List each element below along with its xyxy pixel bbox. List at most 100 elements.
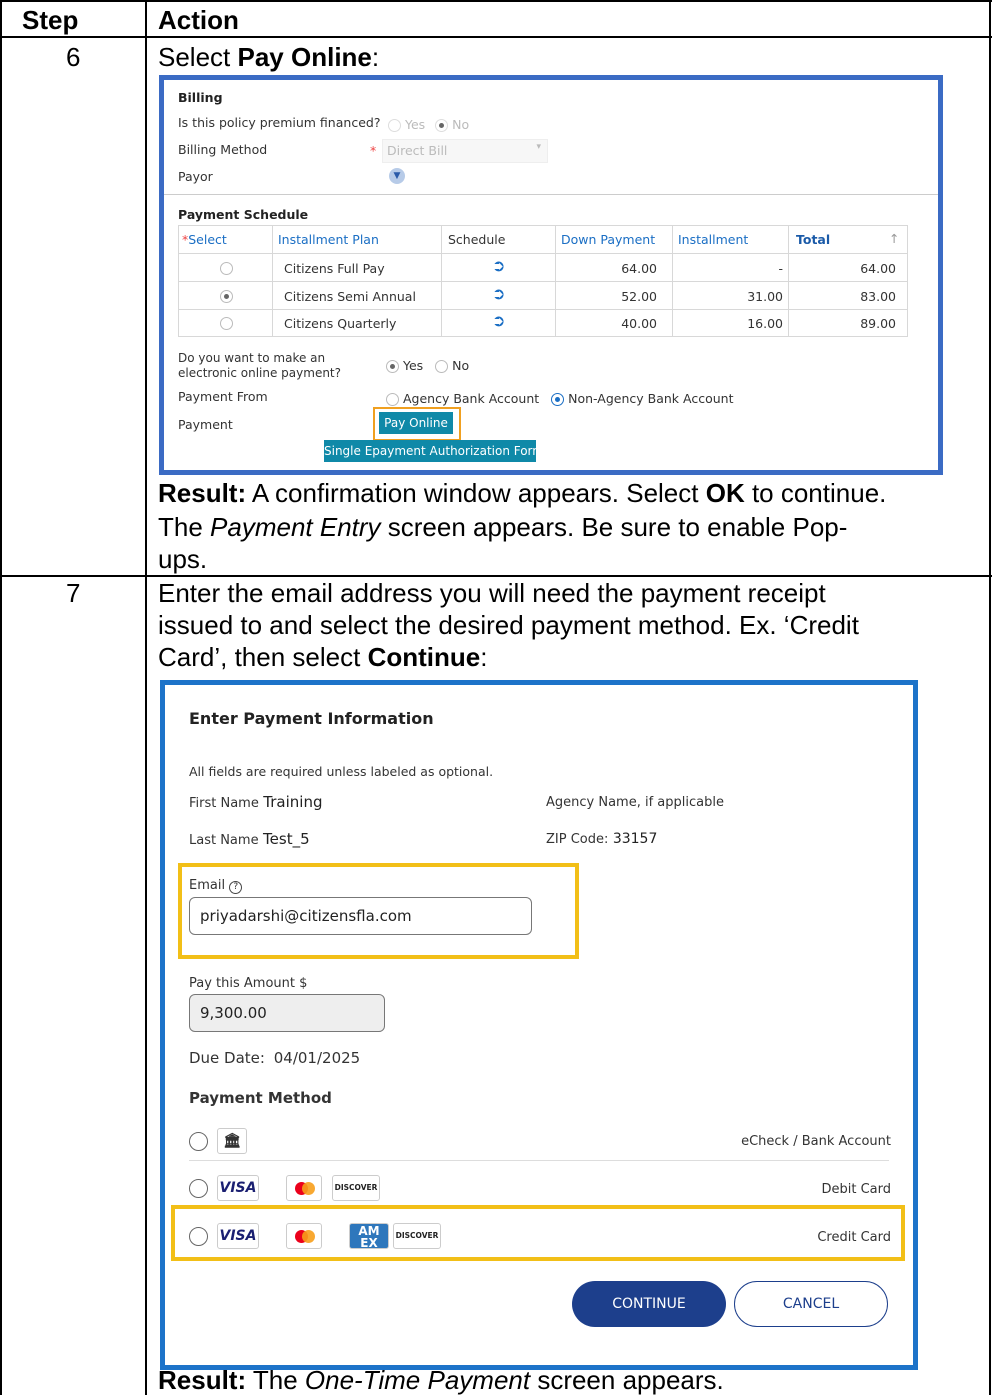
table-row-installment: - [778,261,783,276]
table-border-left [0,0,2,1395]
step-6-result-text1: A confirmation window appears. Select [246,478,706,508]
table-row-total: 83.00 [860,289,896,304]
table-header-divider [0,36,992,38]
last-name-value: Test_5 [263,830,310,848]
first-name-label: First Name [189,796,259,811]
pay-online-button[interactable]: Pay Online [379,412,453,434]
step-6-result-line1: Result: A confirmation window appears. S… [158,477,988,509]
premium-financed-yes-radio[interactable] [388,119,401,132]
table-row-down: 64.00 [621,261,657,276]
section-divider [164,194,938,195]
email-input[interactable]: priyadarshi@citizensfla.com [189,897,532,935]
electronic-payment-options: Yes No [386,358,469,373]
step-7-line3-pre: Card’, then select [158,642,368,672]
due-date-label: Due Date: [189,1049,265,1067]
step-6-number: 6 [66,42,81,72]
step-6-result-line2-post: screen appears. Be sure to enable Pop- [380,512,848,542]
column-down-payment[interactable]: Down Payment [561,232,655,247]
premium-financed-yes-label: Yes [404,117,426,132]
required-fields-note: All fields are required unless labeled a… [189,764,494,779]
help-icon[interactable]: ? [229,881,243,894]
electronic-payment-no-radio[interactable] [435,360,449,373]
step-7-line1: Enter the email address you will need th… [158,578,826,608]
email-label: Email [189,878,226,893]
bank-icon: 🏛 [217,1128,247,1154]
schedule-open-icon[interactable]: ➲ [492,311,505,330]
due-date-value: 04/01/2025 [273,1049,361,1067]
table-row-plan: Citizens Full Pay [284,261,385,276]
last-name-label: Last Name [189,833,259,848]
zip-code-label: ZIP Code: [546,832,609,847]
premium-financed-label: Is this policy premium financed? [178,115,381,130]
table-border-top [0,0,992,2]
mastercard-icon [286,1175,322,1201]
agency-name-label: Agency Name, if applicable [546,795,724,810]
agency-bank-radio[interactable] [386,393,399,406]
non-agency-bank-radio[interactable] [551,393,565,406]
billing-method-label: Billing Method [178,142,268,157]
last-name-field: Last Name Test_5 [189,830,310,848]
table-row-total: 89.00 [860,316,896,331]
non-agency-bank-label: Non-Agency Bank Account [568,391,734,406]
discover-icon: DISCOVER [393,1223,441,1249]
credit-card-radio[interactable] [189,1227,208,1246]
visa-icon: VISA [217,1175,259,1201]
step-6-instruction: Select Pay Online: [158,41,988,73]
step-7-result-pre: The [246,1365,305,1395]
plan-quarterly-radio[interactable] [220,317,233,330]
single-epayment-form-button[interactable]: Single Epayment Authorization Form [324,440,544,462]
echeck-radio[interactable] [189,1132,208,1151]
table-row-down: 40.00 [621,316,657,331]
mastercard-icon [286,1223,322,1249]
email-label-group: Email ? [189,878,243,894]
table-row-total: 64.00 [860,261,896,276]
premium-financed-options: Yes No [388,117,469,132]
plan-semi-annual-radio[interactable] [220,290,233,303]
table-row-installment: 31.00 [747,289,783,304]
payor-expand-icon[interactable]: ▼ [389,168,405,184]
amount-input[interactable]: 9,300.00 [189,994,385,1032]
payor-label: Payor [178,169,213,184]
column-installment[interactable]: Installment [678,232,748,247]
schedule-open-icon[interactable]: ➲ [492,256,505,275]
zip-code-field: ZIP Code: 33157 [546,831,657,847]
cancel-button[interactable]: CANCEL [734,1281,888,1327]
plan-full-pay-radio[interactable] [220,262,233,275]
table-border-right [989,0,991,1395]
continue-button[interactable]: CONTINUE [572,1281,726,1327]
agency-bank-label: Agency Bank Account [402,391,540,406]
column-select[interactable]: *Select [182,232,227,247]
step-7-line2: issued to and select the desired payment… [158,610,859,640]
electronic-payment-label-line1: Do you want to make an [178,351,326,365]
first-name-field: First Name Training [189,793,322,811]
header-step: Step [22,5,79,35]
payment-method-title: Payment Method [189,1089,332,1107]
amex-icon: AM EX [349,1223,389,1249]
discover-icon: DISCOVER [332,1175,380,1201]
table-row-plan: Citizens Quarterly [284,316,397,331]
electronic-payment-no-label: No [452,358,470,373]
payment-from-options: Agency Bank Account Non-Agency Bank Acco… [386,391,733,406]
header-action: Action [158,5,239,35]
visa-icon: VISA [217,1223,259,1249]
step-6-instruction-text: Select [158,42,238,72]
electronic-payment-yes-radio[interactable] [386,360,399,373]
payment-schedule-title: Payment Schedule [178,207,309,222]
debit-card-radio[interactable] [189,1179,208,1198]
column-total[interactable]: Total [796,232,830,247]
billing-method-select[interactable]: Direct Bill ▾ [382,139,548,163]
step-7-result-label: Result: [158,1365,247,1395]
echeck-label: eCheck / Bank Account [741,1134,891,1149]
step-6-result-line2-italic: Payment Entry [210,512,381,542]
column-installment-plan[interactable]: Installment Plan [278,232,379,247]
table-column-divider [145,0,147,1395]
due-date-field: Due Date: 04/01/2025 [189,1049,360,1067]
step-6-instruction-bold: Pay Online [237,42,372,72]
table-row-down: 52.00 [621,289,657,304]
premium-financed-no-radio[interactable] [435,119,449,132]
sort-up-icon[interactable]: ↑ [889,231,899,246]
schedule-open-icon[interactable]: ➲ [492,284,505,303]
step-6-result-ok: OK [705,478,745,508]
required-star-icon: * [370,143,377,158]
payment-label: Payment [178,417,233,432]
